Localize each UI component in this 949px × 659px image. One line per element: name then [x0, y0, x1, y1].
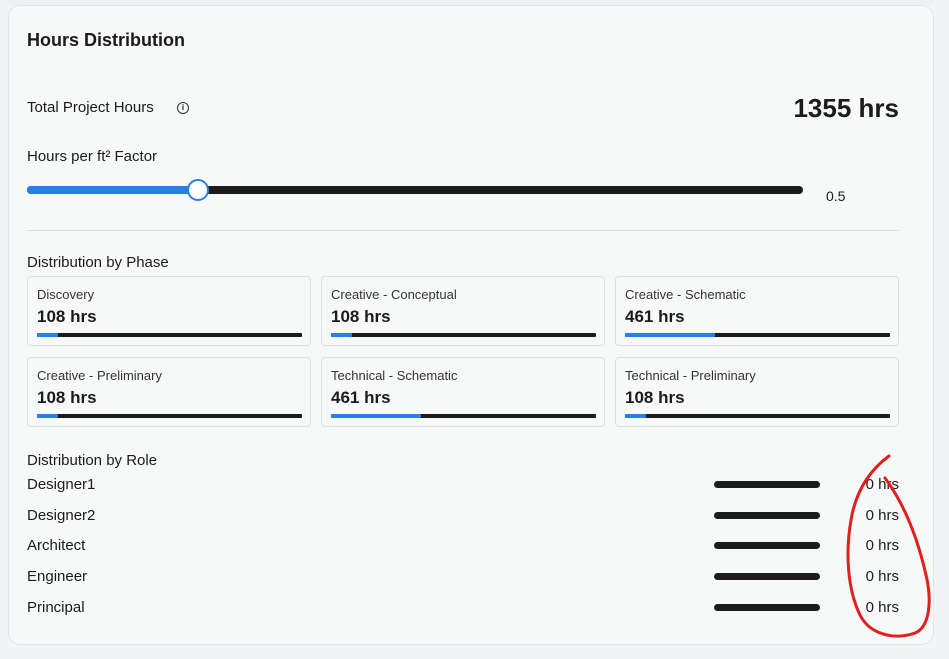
- phase-card: Creative - Conceptual 108 hrs: [321, 276, 605, 346]
- role-progress-bar: [714, 511, 820, 519]
- phase-progress-bar: [37, 333, 302, 337]
- role-row: Principal 0 hrs: [27, 597, 899, 621]
- role-hours: 0 hrs: [865, 568, 899, 586]
- phase-card: Discovery 108 hrs: [27, 276, 311, 346]
- phase-name: Creative - Preliminary: [37, 368, 162, 383]
- total-project-hours-row: Total Project Hours i 1355 hrs: [27, 93, 899, 123]
- phase-card: Technical - Preliminary 108 hrs: [615, 357, 899, 427]
- phase-hours: 461 hrs: [625, 307, 685, 326]
- phase-progress-bar: [331, 333, 596, 337]
- phase-name: Technical - Schematic: [331, 368, 458, 383]
- phase-hours: 108 hrs: [37, 307, 97, 326]
- total-hours-value: 1355 hrs: [793, 93, 899, 123]
- factor-slider-fill: [27, 186, 198, 194]
- factor-slider-thumb[interactable]: [186, 179, 209, 201]
- phase-progress-bar: [331, 414, 596, 418]
- role-row: Architect 0 hrs: [27, 535, 899, 559]
- phase-card: Technical - Schematic 461 hrs: [321, 357, 605, 427]
- role-name: Designer1: [27, 476, 96, 493]
- role-row: Designer2 0 hrs: [27, 505, 899, 529]
- info-icon[interactable]: i: [177, 102, 189, 114]
- phase-progress-fill: [37, 414, 59, 418]
- phase-name: Technical - Preliminary: [625, 368, 756, 383]
- phase-hours: 461 hrs: [331, 388, 391, 407]
- phase-hours: 108 hrs: [37, 388, 97, 407]
- phase-card: Creative - Schematic 461 hrs: [615, 276, 899, 346]
- phase-progress-fill: [37, 333, 59, 337]
- role-name: Designer2: [27, 506, 96, 524]
- role-hours: 0 hrs: [865, 506, 899, 524]
- role-hours: 0 hrs: [865, 598, 899, 616]
- card-title: Hours Distribution: [27, 30, 185, 50]
- total-hours-label: Total Project Hours: [27, 99, 154, 116]
- role-name: Architect: [27, 537, 86, 555]
- phase-card: Creative - Preliminary 108 hrs: [27, 357, 311, 427]
- role-progress-bar: [714, 573, 820, 581]
- phase-progress-fill: [331, 414, 422, 418]
- role-row: Engineer 0 hrs: [27, 566, 899, 590]
- role-progress-bar: [714, 542, 820, 550]
- factor-label: Hours per ft² Factor: [27, 148, 158, 165]
- phase-name: Creative - Conceptual: [331, 287, 457, 302]
- phase-name: Creative - Schematic: [625, 287, 746, 302]
- phase-progress-bar: [37, 414, 302, 418]
- role-row: Designer1 0 hrs: [27, 474, 899, 498]
- factor-value: 0.5: [826, 188, 846, 204]
- phase-hours: 108 hrs: [331, 307, 391, 326]
- phase-progress-bar: [625, 414, 890, 418]
- phase-progress-fill: [331, 333, 353, 337]
- phase-name: Discovery: [37, 287, 95, 302]
- role-progress-bar: [714, 481, 820, 488]
- role-progress-bar: [714, 603, 820, 611]
- phase-section-label: Distribution by Phase: [27, 254, 169, 271]
- role-name: Principal: [27, 598, 85, 616]
- role-hours: 0 hrs: [865, 476, 899, 493]
- phase-hours: 108 hrs: [625, 388, 685, 407]
- role-hours: 0 hrs: [865, 537, 899, 555]
- role-section-label: Distribution by Role: [27, 452, 158, 469]
- phase-progress-bar: [625, 333, 890, 337]
- role-name: Engineer: [27, 568, 88, 586]
- phase-progress-fill: [625, 414, 647, 418]
- phase-progress-fill: [625, 333, 716, 337]
- divider: [27, 230, 899, 231]
- factor-slider[interactable]: [27, 179, 803, 201]
